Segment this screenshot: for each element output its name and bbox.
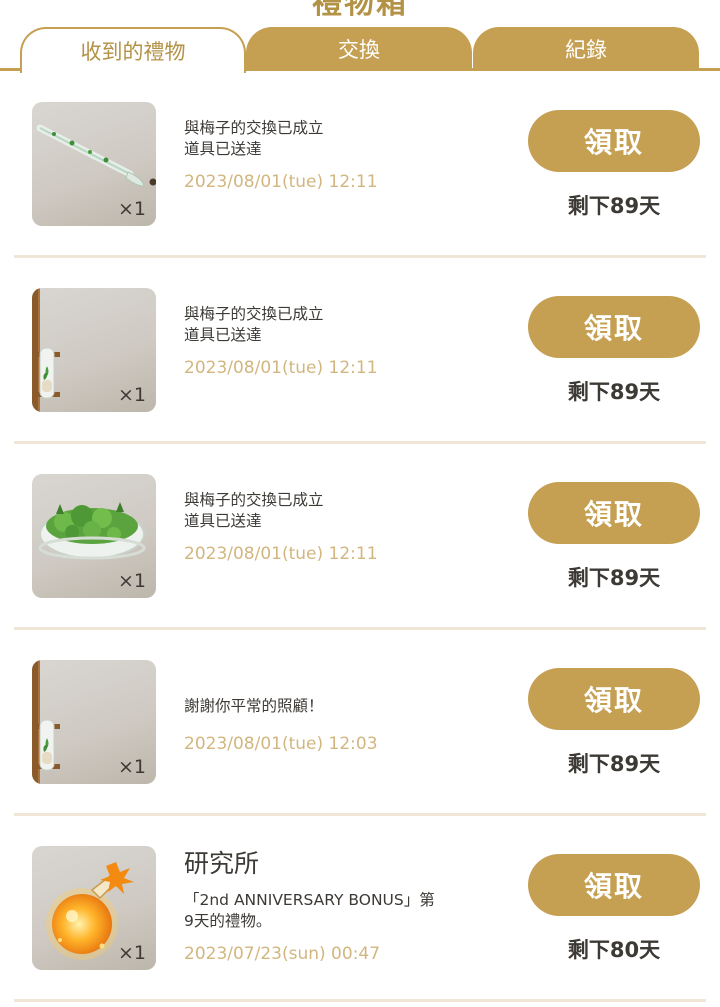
gift-sender: 研究所 xyxy=(184,849,260,878)
days-remaining: 剩下89天 xyxy=(567,380,661,404)
page-title: 禮物箱 xyxy=(312,0,408,21)
gift-row: ×1 與梅子的交換已成立 道具已送達 2023/08/01(tue) 12:11… xyxy=(14,72,706,258)
gift-message: 謝謝你平常的照顧！ xyxy=(184,697,324,715)
item-quantity: ×1 xyxy=(117,756,146,778)
gift-date: 2023/08/01(tue) 12:11 xyxy=(184,544,378,564)
item-thumbnail: ×1 xyxy=(32,846,156,970)
item-quantity: ×1 xyxy=(117,384,146,406)
claim-button[interactable]: 領取 xyxy=(528,296,700,358)
gift-row: ×1 與梅子的交換已成立 道具已送達 2023/08/01(tue) 12:11… xyxy=(14,444,706,630)
gift-row: ×1 研究所 「2nd ANNIVERSARY BONUS」第 9天的禮物。 2… xyxy=(14,816,706,1002)
tab-exchange[interactable]: 交換 xyxy=(246,27,472,71)
gift-message: 與梅子的交換已成立 道具已送達 xyxy=(184,491,324,530)
claim-button[interactable]: 領取 xyxy=(528,482,700,544)
days-remaining: 剩下80天 xyxy=(567,938,661,962)
item-thumbnail: ×1 xyxy=(32,474,156,598)
days-remaining: 剩下89天 xyxy=(567,194,661,218)
gift-date: 2023/08/01(tue) 12:11 xyxy=(184,358,378,378)
claim-button[interactable]: 領取 xyxy=(528,668,700,730)
gift-message: 與梅子的交換已成立 道具已送達 xyxy=(184,305,324,344)
gift-date: 2023/08/01(tue) 12:11 xyxy=(184,172,378,192)
item-quantity: ×1 xyxy=(117,570,146,592)
gift-date: 2023/08/01(tue) 12:03 xyxy=(184,734,378,754)
tab-received-gifts[interactable]: 收到的禮物 xyxy=(20,27,246,73)
item-thumbnail: ×1 xyxy=(32,288,156,412)
item-quantity: ×1 xyxy=(117,942,146,964)
gift-row: ×1 謝謝你平常的照顧！ 2023/08/01(tue) 12:03 領取 剩下… xyxy=(14,630,706,816)
days-remaining: 剩下89天 xyxy=(567,752,661,776)
gift-date: 2023/07/23(sun) 00:47 xyxy=(184,944,381,964)
tab-bar: 收到的禮物 交換 紀錄 xyxy=(0,27,720,73)
gift-message: 與梅子的交換已成立 道具已送達 xyxy=(184,119,324,158)
item-quantity: ×1 xyxy=(117,198,146,220)
days-remaining: 剩下89天 xyxy=(567,566,661,590)
item-thumbnail: ×1 xyxy=(32,102,156,226)
item-thumbnail: ×1 xyxy=(32,660,156,784)
gift-list: ×1 與梅子的交換已成立 道具已送達 2023/08/01(tue) 12:11… xyxy=(14,72,706,1002)
gift-message: 「2nd ANNIVERSARY BONUS」第 9天的禮物。 xyxy=(184,891,435,930)
gift-row: ×1 與梅子的交換已成立 道具已送達 2023/08/01(tue) 12:11… xyxy=(14,258,706,444)
claim-button[interactable]: 領取 xyxy=(528,110,700,172)
tab-log[interactable]: 紀錄 xyxy=(473,27,699,71)
claim-button[interactable]: 領取 xyxy=(528,854,700,916)
